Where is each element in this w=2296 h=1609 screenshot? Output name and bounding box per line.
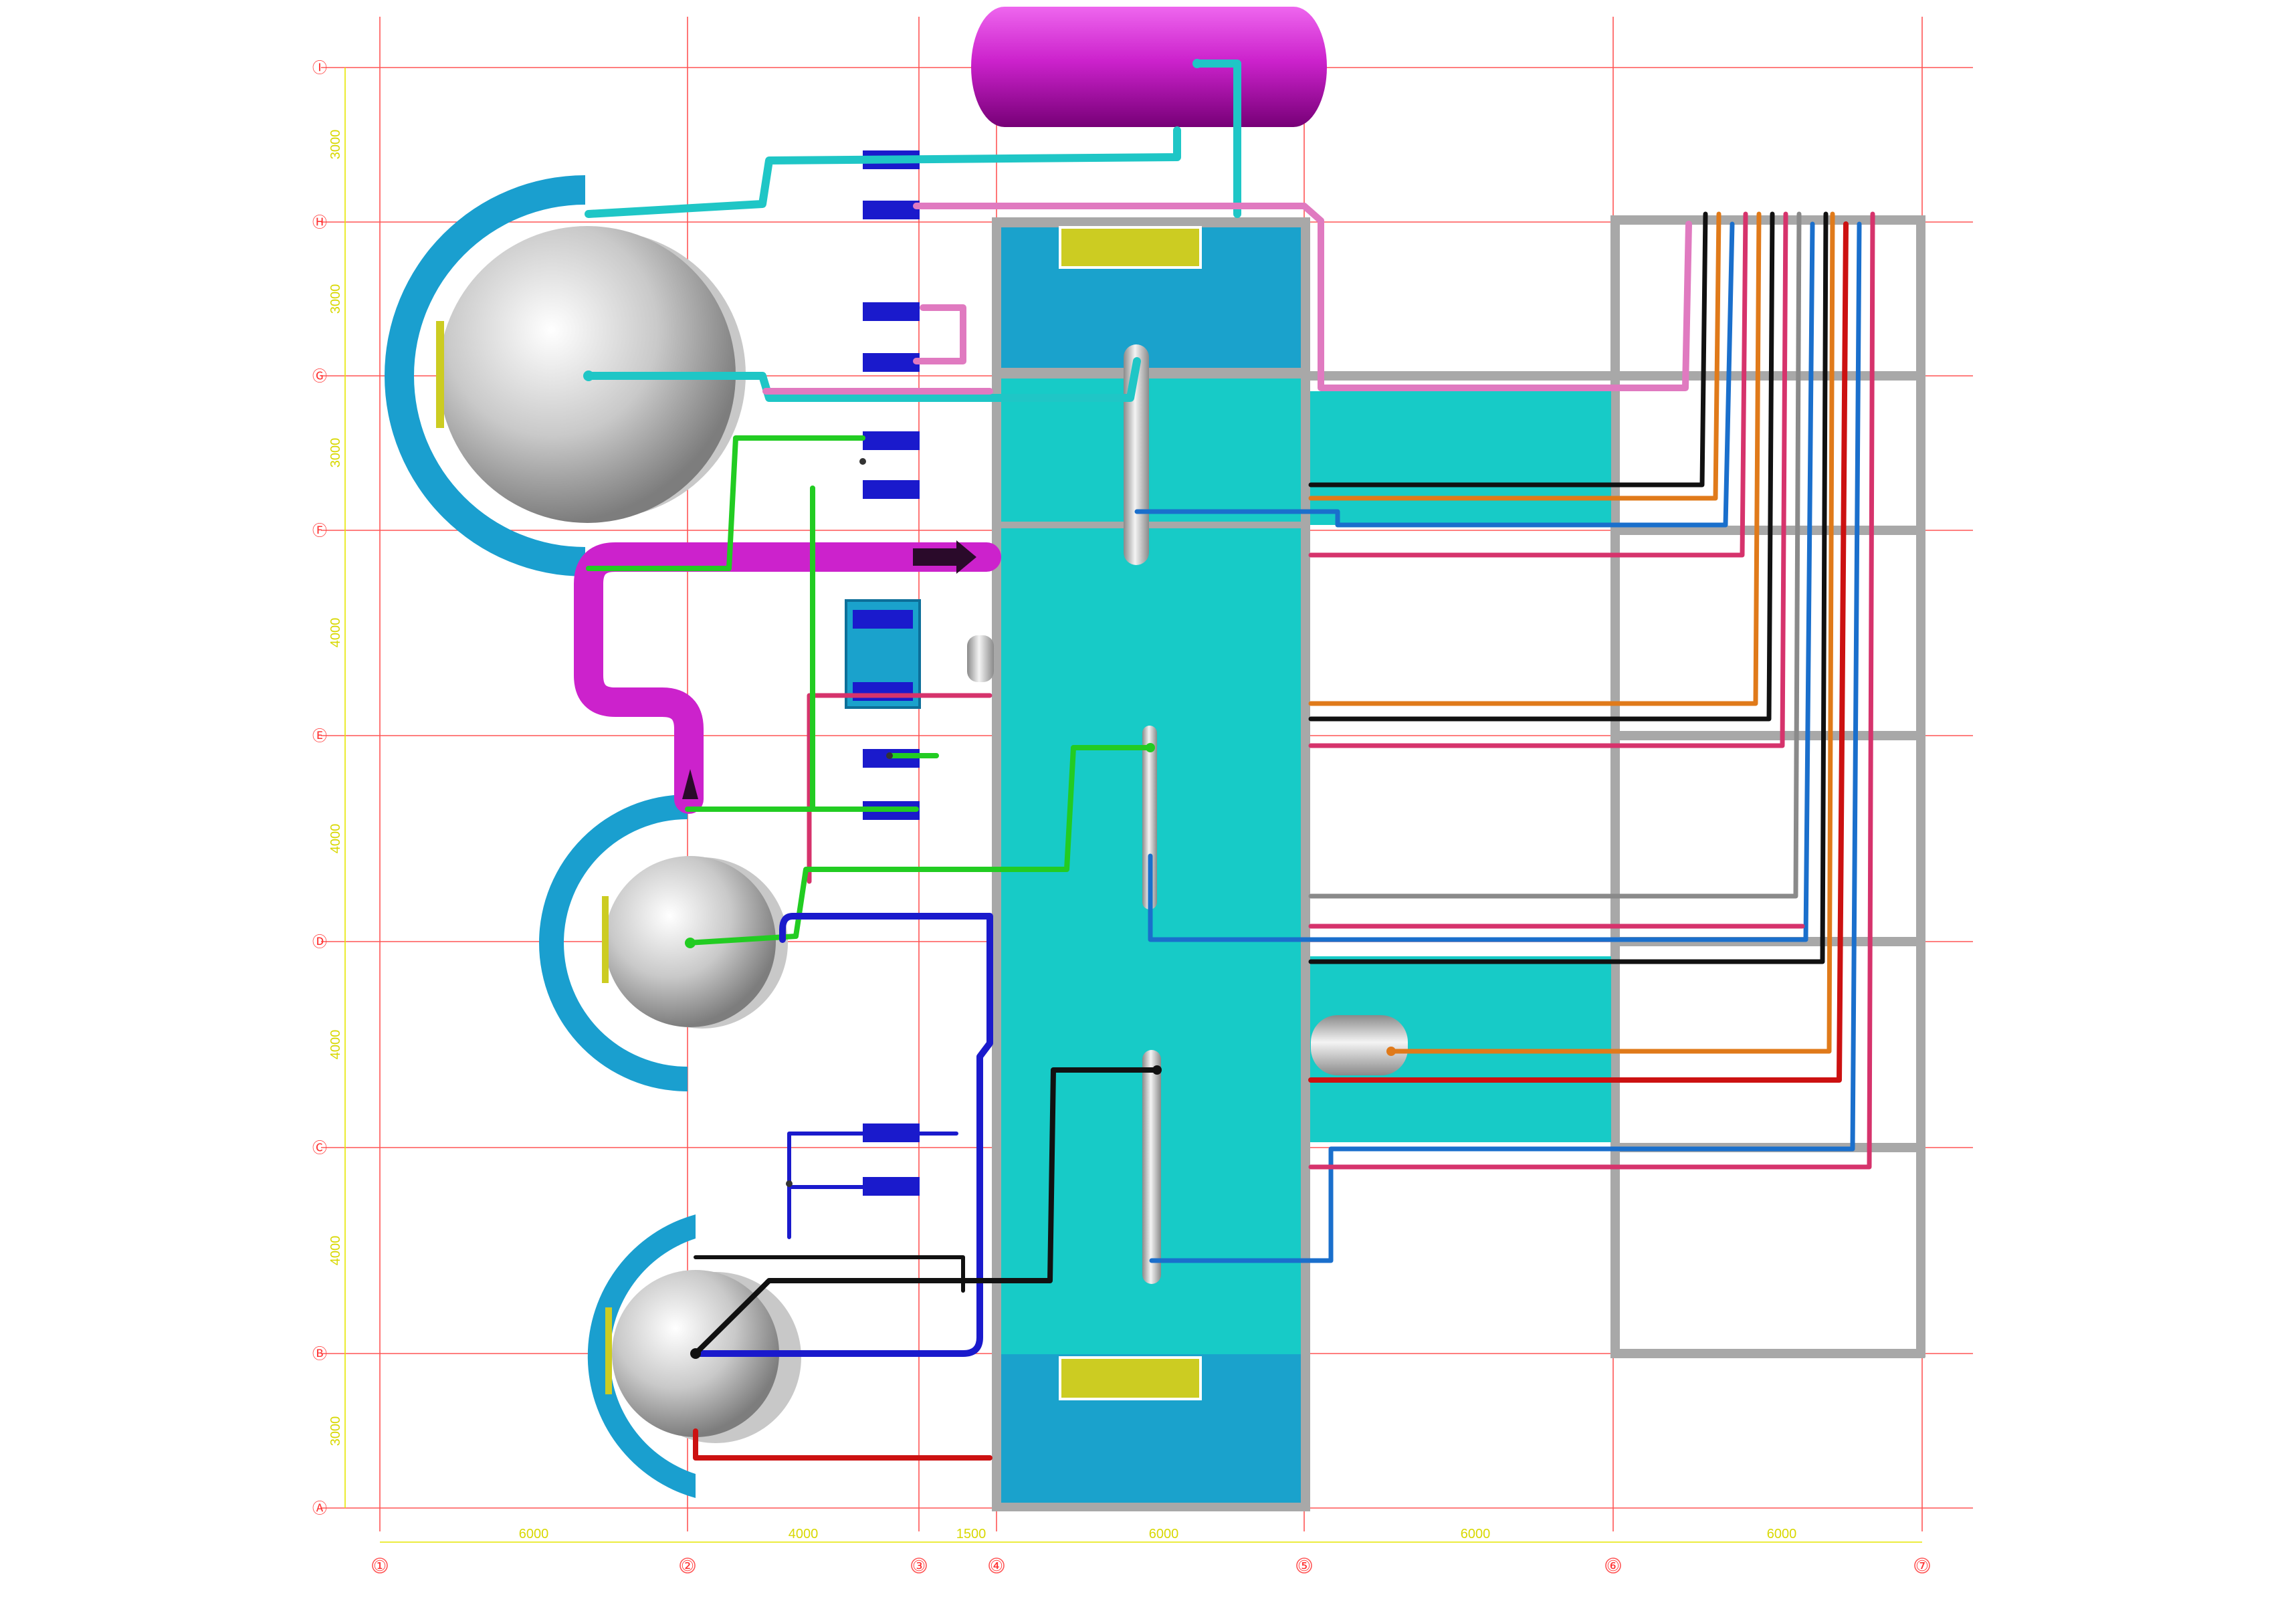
exchanger-shell [967, 635, 994, 682]
valve-icon [1386, 1047, 1396, 1056]
dimension-label: 4000 [328, 618, 343, 648]
dimension-label: 4000 [789, 1527, 819, 1541]
annex-floor [1310, 391, 1611, 525]
pump [853, 682, 913, 701]
row-bubbles: Ⓘ Ⓗ Ⓖ Ⓕ Ⓔ Ⓓ Ⓒ Ⓑ Ⓐ [312, 60, 327, 1517]
dimension-label: 3000 [328, 284, 343, 314]
column-dimensions: 6000 4000 1500 6000 6000 6000 [519, 1527, 1797, 1541]
dimension-label: 3000 [328, 130, 343, 160]
rack-beam [1610, 215, 1925, 225]
valve-icon [786, 1180, 793, 1187]
process-building [992, 217, 1611, 1511]
pipe-black [1308, 211, 1829, 964]
pipe-pink-process [807, 693, 993, 884]
grid-column-label: ② [681, 1558, 694, 1574]
grid-row-label: Ⓓ [312, 934, 327, 950]
valve-icon [1192, 59, 1202, 68]
stair-opening [1059, 226, 1202, 269]
grid-column-label: ⑦ [1915, 1558, 1929, 1574]
dimension-label: 4000 [328, 824, 343, 854]
column-bubbles: ① ② ③ ④ ⑤ ⑥ ⑦ [372, 1558, 1930, 1574]
valve-icon [1146, 743, 1155, 752]
valve-icon [1152, 1065, 1162, 1075]
sphere-middle [539, 794, 788, 1091]
rack-column [1916, 215, 1925, 1358]
grid-column-label: ⑤ [1297, 1558, 1311, 1574]
sphere-support [436, 321, 444, 428]
pipe-red [1308, 221, 1849, 1083]
horizontal-vessel [1311, 1015, 1408, 1075]
valve-icon [583, 370, 594, 381]
dimension-label: 1500 [956, 1527, 986, 1541]
dimension-label: 6000 [1149, 1527, 1179, 1541]
dimension-label: 4000 [328, 1236, 343, 1266]
pump [853, 610, 913, 629]
grid-row-label: Ⓗ [312, 214, 327, 231]
valve-icon [690, 1348, 701, 1359]
row-dimensions: 3000 3000 3000 4000 4000 4000 4000 3000 [328, 130, 343, 1446]
grid-row-label: Ⓕ [312, 522, 327, 539]
pump [863, 480, 920, 499]
grid-row-label: Ⓒ [312, 1140, 327, 1156]
dimension-label: 3000 [328, 438, 343, 468]
dimension-label: 6000 [519, 1527, 549, 1541]
dimension-label: 3000 [328, 1416, 343, 1446]
pump [863, 201, 920, 219]
plant-layout-plan: ① ② ③ ④ ⑤ ⑥ ⑦ Ⓘ Ⓗ Ⓖ Ⓕ Ⓔ Ⓓ Ⓒ Ⓑ Ⓐ 6000 400… [312, 7, 1973, 1574]
pipe-magenta-header [574, 542, 1001, 814]
tank-body [971, 7, 1327, 127]
dimension-label: 4000 [328, 1030, 343, 1060]
pipe-pink [913, 304, 966, 364]
rack-beam [1610, 731, 1925, 740]
grid-row-label: Ⓘ [312, 60, 327, 76]
valve-icon [685, 938, 696, 948]
grid-row-label: Ⓔ [312, 728, 327, 744]
vertical-vessel [1142, 1050, 1161, 1284]
valve-icon [859, 458, 866, 465]
stair-opening [1059, 1356, 1202, 1400]
grid-row-label: Ⓑ [312, 1346, 327, 1362]
grid-column-label: ④ [990, 1558, 1003, 1574]
grid-column-label: ① [373, 1558, 387, 1574]
storage-tank [971, 7, 1327, 127]
grid-column-label: ⑥ [1606, 1558, 1620, 1574]
rack-beam [1610, 1349, 1925, 1358]
grid-row-label: Ⓐ [312, 1500, 327, 1517]
grid-row-label: Ⓖ [312, 368, 327, 385]
valve-icon [886, 752, 893, 759]
horizontal-vessel-body [1311, 1015, 1408, 1075]
pump [863, 302, 920, 321]
dimension-label: 6000 [1461, 1527, 1491, 1541]
pump [863, 431, 920, 450]
dimension-label: 6000 [1767, 1527, 1797, 1541]
sphere-support [605, 1307, 612, 1394]
sphere-support [602, 896, 609, 983]
pump [863, 353, 920, 372]
grid-column-label: ③ [912, 1558, 926, 1574]
